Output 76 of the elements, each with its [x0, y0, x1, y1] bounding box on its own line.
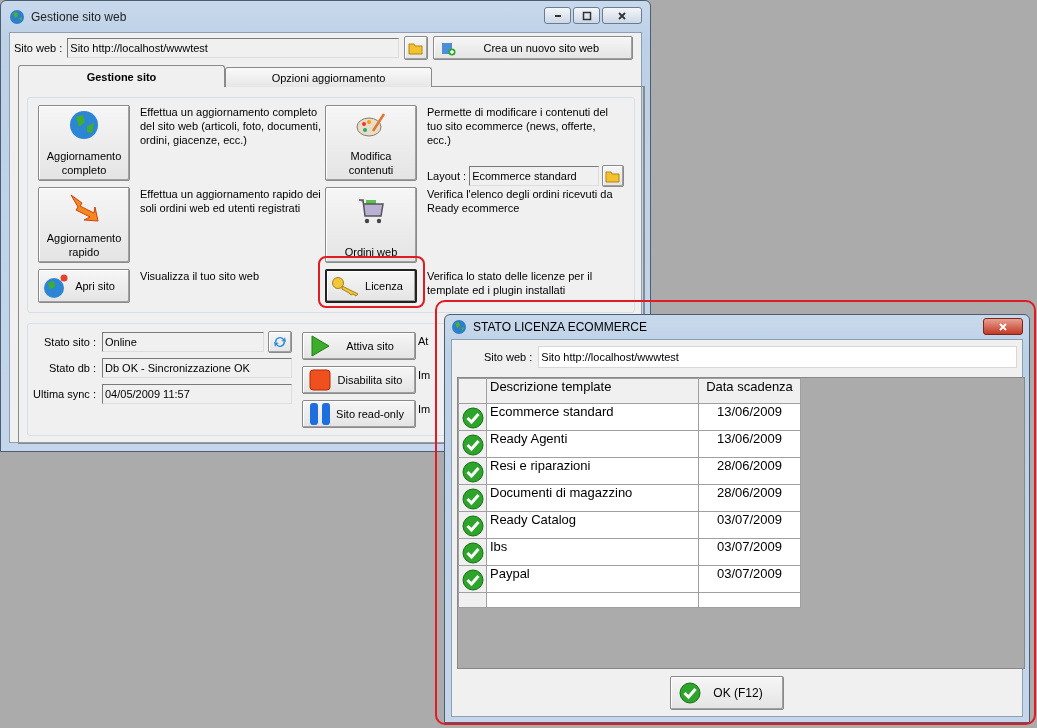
- dialog-title: STATO LICENZA ECOMMERCE: [473, 320, 649, 334]
- status-label: Stato db :: [47, 362, 96, 374]
- action-button[interactable]: Aggiornamento rapido: [38, 187, 130, 263]
- table-cell: 03/07/2009: [698, 538, 801, 566]
- tab[interactable]: Gestione sito: [18, 65, 225, 87]
- key-icon: [331, 275, 361, 297]
- folder-icon: [605, 168, 622, 184]
- button-description: Im: [418, 368, 431, 381]
- table-cell: Ecommerce standard: [486, 403, 699, 431]
- folder-button[interactable]: [602, 165, 625, 187]
- minimize-button[interactable]: [544, 7, 571, 24]
- status-label: Stato sito :: [43, 336, 96, 348]
- close-icon: [998, 321, 1008, 332]
- site-label: Sito web :: [14, 42, 63, 54]
- table-cell: Resi e riparazioni: [486, 457, 699, 485]
- site-state-button[interactable]: Attiva sito: [302, 332, 416, 360]
- new-site-button[interactable]: Crea un nuovo sito web: [433, 36, 634, 60]
- close-button[interactable]: [983, 318, 1023, 335]
- button-description: At: [418, 334, 429, 347]
- window-title: Gestione sito web: [31, 9, 128, 24]
- button-description: Im: [418, 402, 431, 415]
- action-description: Verifica l'elenco degli ordini ricevuti da Ready ecommerce: [427, 187, 614, 215]
- globe-icon: [68, 109, 100, 141]
- folder-icon: [408, 40, 425, 56]
- ok-button[interactable]: OK (F12): [670, 676, 784, 710]
- site-label: Sito web :: [484, 351, 533, 363]
- action-description: Verifica lo stato delle licenze per il template ed i plugin installati: [427, 269, 594, 297]
- status-label: Ultima sync :: [32, 388, 96, 400]
- table-cell: 13/06/2009: [698, 430, 801, 458]
- action-button[interactable]: Aggiornamento completo: [38, 105, 130, 181]
- site-field[interactable]: Sito http://localhost/wwwtest: [538, 346, 1017, 368]
- check-icon: [679, 682, 701, 704]
- status-field[interactable]: Online: [102, 332, 264, 352]
- close-icon: [617, 10, 627, 21]
- action-button[interactable]: Licenza: [325, 269, 417, 303]
- globe-icon: [451, 319, 467, 335]
- action-description: Effettua un aggiornamento completo del sito web (articoli, foto, documenti, ordini, giacenze, ecc.): [140, 105, 322, 147]
- action-button[interactable]: Ordini web: [325, 187, 417, 263]
- action-description: Permette di modificare i contenuti del tuo sito ecommerce (news, offerte, ecc.): [427, 105, 609, 147]
- table-cell: Ibs: [486, 538, 699, 566]
- refresh-icon: [272, 334, 288, 350]
- folder-button[interactable]: [404, 36, 429, 60]
- table-cell: Paypal: [486, 565, 699, 593]
- table-cell: 03/07/2009: [698, 565, 801, 593]
- column-header: Data scadenza: [698, 378, 801, 404]
- tab[interactable]: Opzioni aggiornamento: [225, 67, 432, 87]
- stop-icon: [309, 369, 331, 391]
- table-cell: 28/06/2009: [698, 457, 801, 485]
- refresh-button[interactable]: [268, 331, 292, 353]
- site-field[interactable]: Sito http://localhost/wwwtest: [67, 38, 400, 58]
- action-button[interactable]: Modifica contenuti: [325, 105, 417, 181]
- pause-icon: [309, 402, 331, 426]
- site-state-button[interactable]: Sito read-only: [302, 400, 416, 428]
- action-description: Effettua un aggiornamento rapido dei soli ordini web ed utenti registrati: [140, 187, 322, 215]
- minimize-icon: [554, 14, 561, 17]
- table-cell: 28/06/2009: [698, 484, 801, 512]
- status-field[interactable]: Db OK - Sincronizzazione OK: [102, 358, 292, 378]
- action-description: Visualizza il tuo sito web: [140, 269, 261, 283]
- layout-label: Layout :: [427, 170, 467, 182]
- column-header: Descrizione template: [486, 378, 699, 404]
- play-icon: [309, 335, 331, 357]
- table-cell: 03/07/2009: [698, 511, 801, 539]
- globe-icon: [43, 273, 69, 299]
- layout-field[interactable]: Ecommerce standard: [469, 166, 600, 186]
- close-button[interactable]: [602, 7, 642, 24]
- status-field[interactable]: 04/05/2009 11:57: [102, 384, 292, 404]
- table-cell: 13/06/2009: [698, 403, 801, 431]
- maximize-button[interactable]: [573, 7, 600, 24]
- maximize-icon: [581, 10, 592, 21]
- table-cell: Ready Agenti: [486, 430, 699, 458]
- table-cell: Documenti di magazzino: [486, 484, 699, 512]
- site-state-button[interactable]: Disabilita sito: [302, 366, 416, 394]
- action-button[interactable]: Apri sito: [38, 269, 130, 303]
- new-site-icon: [440, 40, 457, 56]
- table-cell: Ready Catalog: [486, 511, 699, 539]
- globe-icon: [9, 8, 25, 25]
